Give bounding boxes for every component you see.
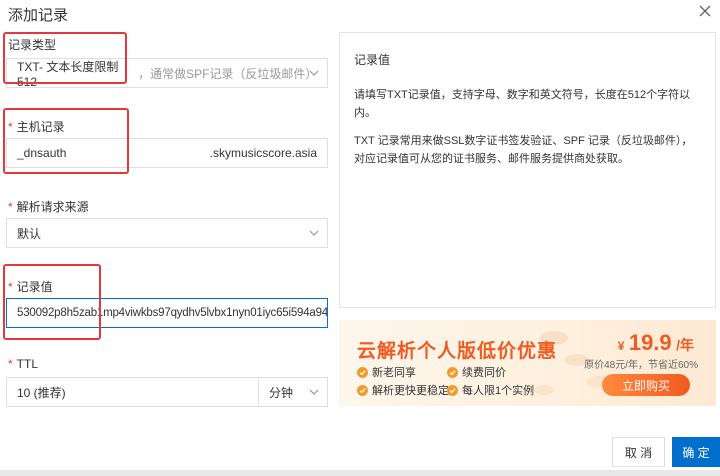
bottom-divider (0, 470, 720, 476)
feature-item: 续费同价 (447, 364, 506, 380)
source-label: * 解析请求来源 (8, 200, 89, 214)
host-value: _dnsauth (17, 146, 67, 160)
chevron-down-icon (309, 389, 319, 395)
record-value-input[interactable]: 530092p8h5zab1mp4viwkbs97qydhv5lvbx1nyn0… (6, 298, 328, 328)
check-circle-icon (357, 384, 368, 396)
record-value-label: * 记录值 (8, 280, 53, 294)
host-label: * 主机记录 (8, 120, 65, 134)
ttl-value-field[interactable]: 10 (推荐) (7, 378, 259, 406)
host-suffix: .skymusicscore.asia (209, 146, 317, 160)
cancel-button[interactable]: 取 消 (612, 437, 665, 467)
buy-now-button[interactable]: 立即购买 (602, 374, 690, 396)
confirm-button[interactable]: 确 定 (672, 437, 720, 467)
ttl-value: 10 (推荐) (17, 385, 66, 400)
ttl-select[interactable]: 10 (推荐) 分钟 (6, 377, 328, 407)
source-value: 默认 (17, 226, 42, 241)
info-paragraph-1: 请填写TXT记录值，支持字母、数字和英文符号，长度在512个字符以内。 (354, 89, 691, 119)
ttl-unit-select[interactable]: 分钟 (259, 378, 327, 406)
ttl-unit: 分钟 (269, 385, 294, 400)
required-mark: * (8, 280, 13, 294)
required-mark: * (8, 120, 13, 134)
required-mark: * (8, 357, 13, 371)
record-type-select[interactable]: TXT- 文本长度限制512 ，通常做SPF记录（反垃圾邮件） (6, 58, 328, 89)
feature-item: 解析更快更稳定 (357, 382, 449, 398)
info-panel: 记录值 请填写TXT记录值，支持字母、数字和英文符号，长度在512个字符以内。 … (339, 32, 716, 308)
check-circle-icon (447, 384, 458, 396)
chevron-down-icon (309, 230, 319, 236)
feature-item: 新老同享 (357, 364, 416, 380)
price-note: 原价48元/年，节省近60% (584, 360, 698, 371)
record-type-hint: ，通常做SPF记录（反垃圾邮件） (138, 66, 318, 81)
required-mark: * (8, 200, 13, 214)
dialog-title: 添加记录 (8, 7, 69, 24)
info-paragraph-2: TXT 记录常用来做SSL数字证书签发验证、SPF 记录（反垃圾邮件），对应记录… (354, 135, 693, 165)
record-value-text: 530092p8h5zab1mp4viwkbs97qydhv5lvbx1nyn0… (17, 307, 328, 319)
chevron-down-icon (309, 70, 319, 76)
record-type-value: TXT- 文本长度限制512 (17, 59, 119, 89)
check-circle-icon (357, 366, 368, 378)
price: ¥ 19.9 /年 (617, 330, 694, 355)
banner-title: 云解析个人版低价优惠 (357, 341, 558, 362)
close-icon[interactable] (696, 2, 714, 20)
record-type-label: 记录类型 (8, 38, 57, 52)
info-title: 记录值 (354, 53, 391, 67)
feature-item: 每人限1个实例 (447, 382, 534, 398)
check-circle-icon (447, 366, 458, 378)
host-input[interactable]: _dnsauth .skymusicscore.asia (6, 138, 328, 168)
promo-banner[interactable]: 云解析个人版低价优惠 新老同享 续费同价 解析更快更稳定 每人限1个实例 ¥ 1… (339, 320, 716, 406)
ttl-label: * TTL (8, 357, 39, 371)
source-select[interactable]: 默认 (6, 218, 328, 248)
